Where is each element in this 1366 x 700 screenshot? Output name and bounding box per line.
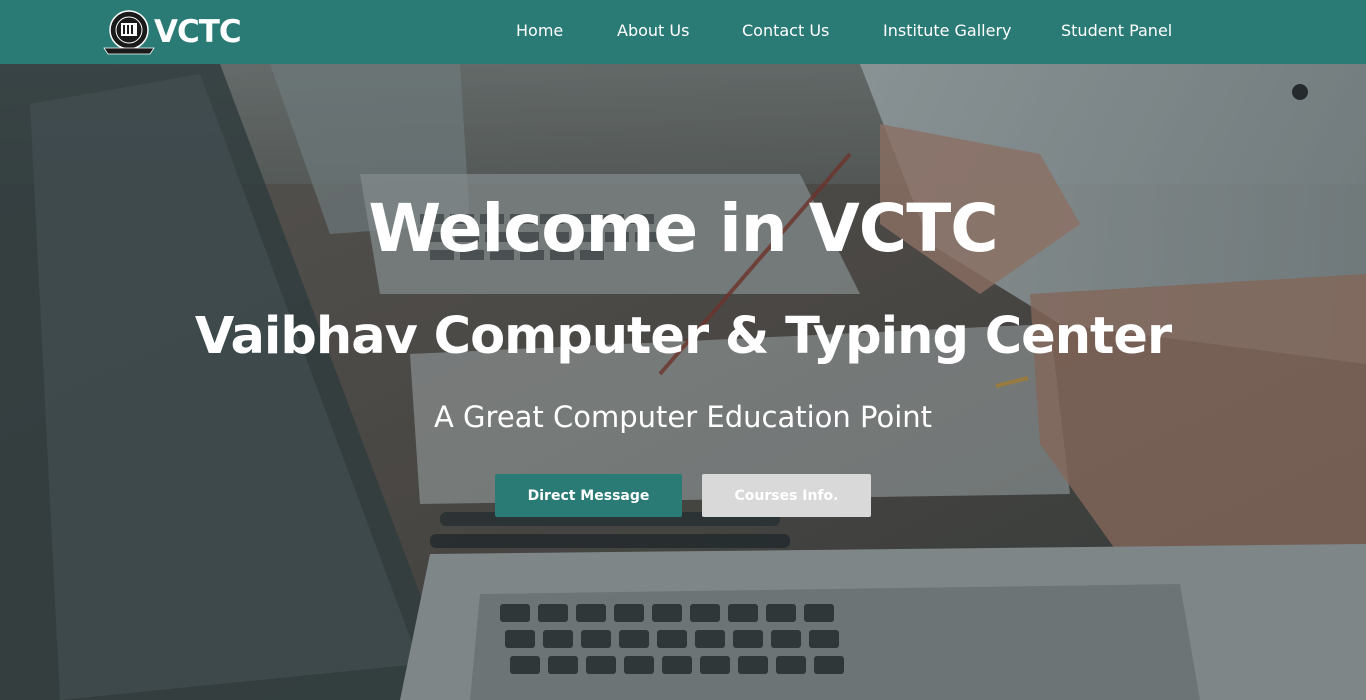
hero-section: Welcome in VCTC Vaibhav Computer & Typin… xyxy=(0,64,1366,700)
hero-title: Welcome in VCTC xyxy=(368,190,998,267)
hero-subtitle: Vaibhav Computer & Typing Center xyxy=(194,307,1172,366)
courses-info-button[interactable]: Courses Info. xyxy=(702,474,871,517)
main-nav: Home About Us Contact Us Institute Galle… xyxy=(0,0,1366,64)
nav-institute-gallery-link[interactable]: Institute Gallery xyxy=(883,21,1012,40)
nav-student-panel-link[interactable]: Student Panel xyxy=(1061,21,1172,40)
hero-dark-overlay xyxy=(0,64,1366,700)
nav-contact-us-link[interactable]: Contact Us xyxy=(742,21,829,40)
hero-tagline: A Great Computer Education Point xyxy=(434,400,932,434)
nav-about-us-link[interactable]: About Us xyxy=(617,21,689,40)
nav-home-link[interactable]: Home xyxy=(516,21,563,40)
top-navbar: VCTC Home About Us Contact Us Institute … xyxy=(0,0,1366,64)
direct-message-button[interactable]: Direct Message xyxy=(495,474,682,517)
